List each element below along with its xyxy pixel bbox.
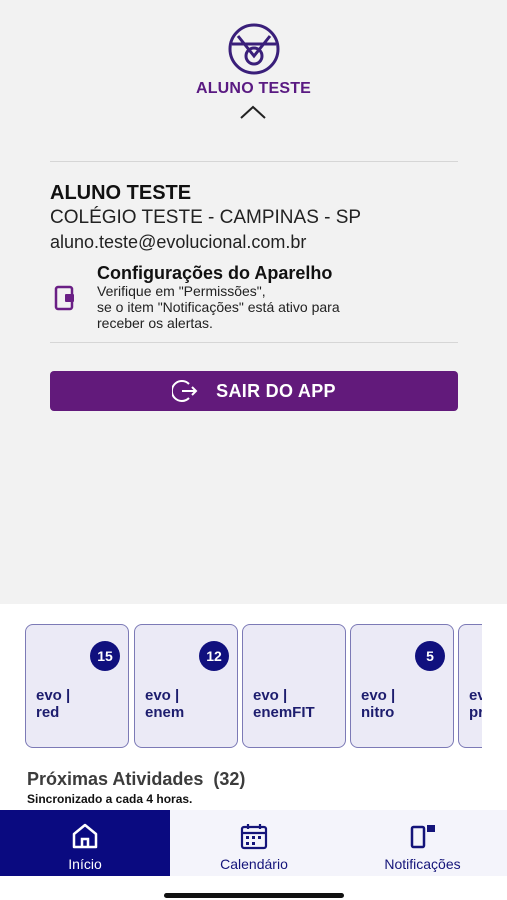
product-card-label: evo | nitro [361, 687, 396, 721]
profile-panel: ALUNO TESTE ALUNO TESTE COLÉGIO TESTE - … [0, 0, 507, 604]
profile-school: COLÉGIO TESTE - CAMPINAS - SP [50, 207, 362, 228]
tab-calendario[interactable]: Calendário [170, 810, 338, 876]
sync-note: Sincronizado a cada 4 horas. [27, 792, 193, 806]
device-settings-icon [54, 285, 74, 311]
bottom-tab-bar: Início Calendário Notificações [0, 810, 507, 876]
product-card-enemfit[interactable]: evo | enemFIT [242, 624, 346, 748]
divider [50, 161, 458, 162]
tab-label: Calendário [220, 856, 288, 872]
product-card-label: evo | enemFIT [253, 687, 315, 721]
evolucional-logo-icon [228, 23, 280, 75]
header-user-name: ALUNO TESTE [195, 80, 312, 97]
profile-email: aluno.teste@evolucional.com.br [50, 232, 307, 252]
tab-notificacoes[interactable]: Notificações [338, 810, 507, 876]
device-settings-text: Verifique em "Permissões", se o item "No… [97, 283, 340, 331]
home-indicator [164, 893, 344, 898]
product-card-label: evo | enem [145, 687, 185, 721]
chevron-up-icon[interactable] [238, 103, 268, 121]
product-card-nitro[interactable]: 5 evo | nitro [350, 624, 454, 748]
logout-label: SAIR DO APP [216, 380, 336, 401]
product-card-label: ev pr [469, 687, 482, 721]
tab-inicio[interactable]: Início [0, 810, 170, 876]
upcoming-activities-title: Próximas Atividades (32) [27, 769, 246, 789]
logout-button[interactable]: SAIR DO APP [50, 371, 458, 411]
product-card-label: evo | red [36, 687, 71, 721]
tab-label: Início [68, 856, 102, 872]
profile-name: ALUNO TESTE [50, 182, 192, 204]
device-settings-title[interactable]: Configurações do Aparelho [97, 263, 332, 284]
product-card-red[interactable]: 15 evo | red [25, 624, 129, 748]
tab-label: Notificações [384, 856, 461, 872]
product-card-partial[interactable]: ev pr [458, 624, 482, 748]
product-card-enem[interactable]: 12 evo | enem [134, 624, 238, 748]
count-badge: 15 [90, 641, 120, 671]
home-icon [72, 823, 98, 849]
count-badge: 5 [415, 641, 445, 671]
notifications-icon [410, 825, 435, 849]
product-cards-carousel[interactable]: 15 evo | red 12 evo | enem evo | enemFIT… [25, 624, 482, 749]
divider [50, 342, 458, 343]
calendar-icon [240, 824, 268, 850]
count-badge: 12 [199, 641, 229, 671]
logout-icon [172, 380, 198, 402]
